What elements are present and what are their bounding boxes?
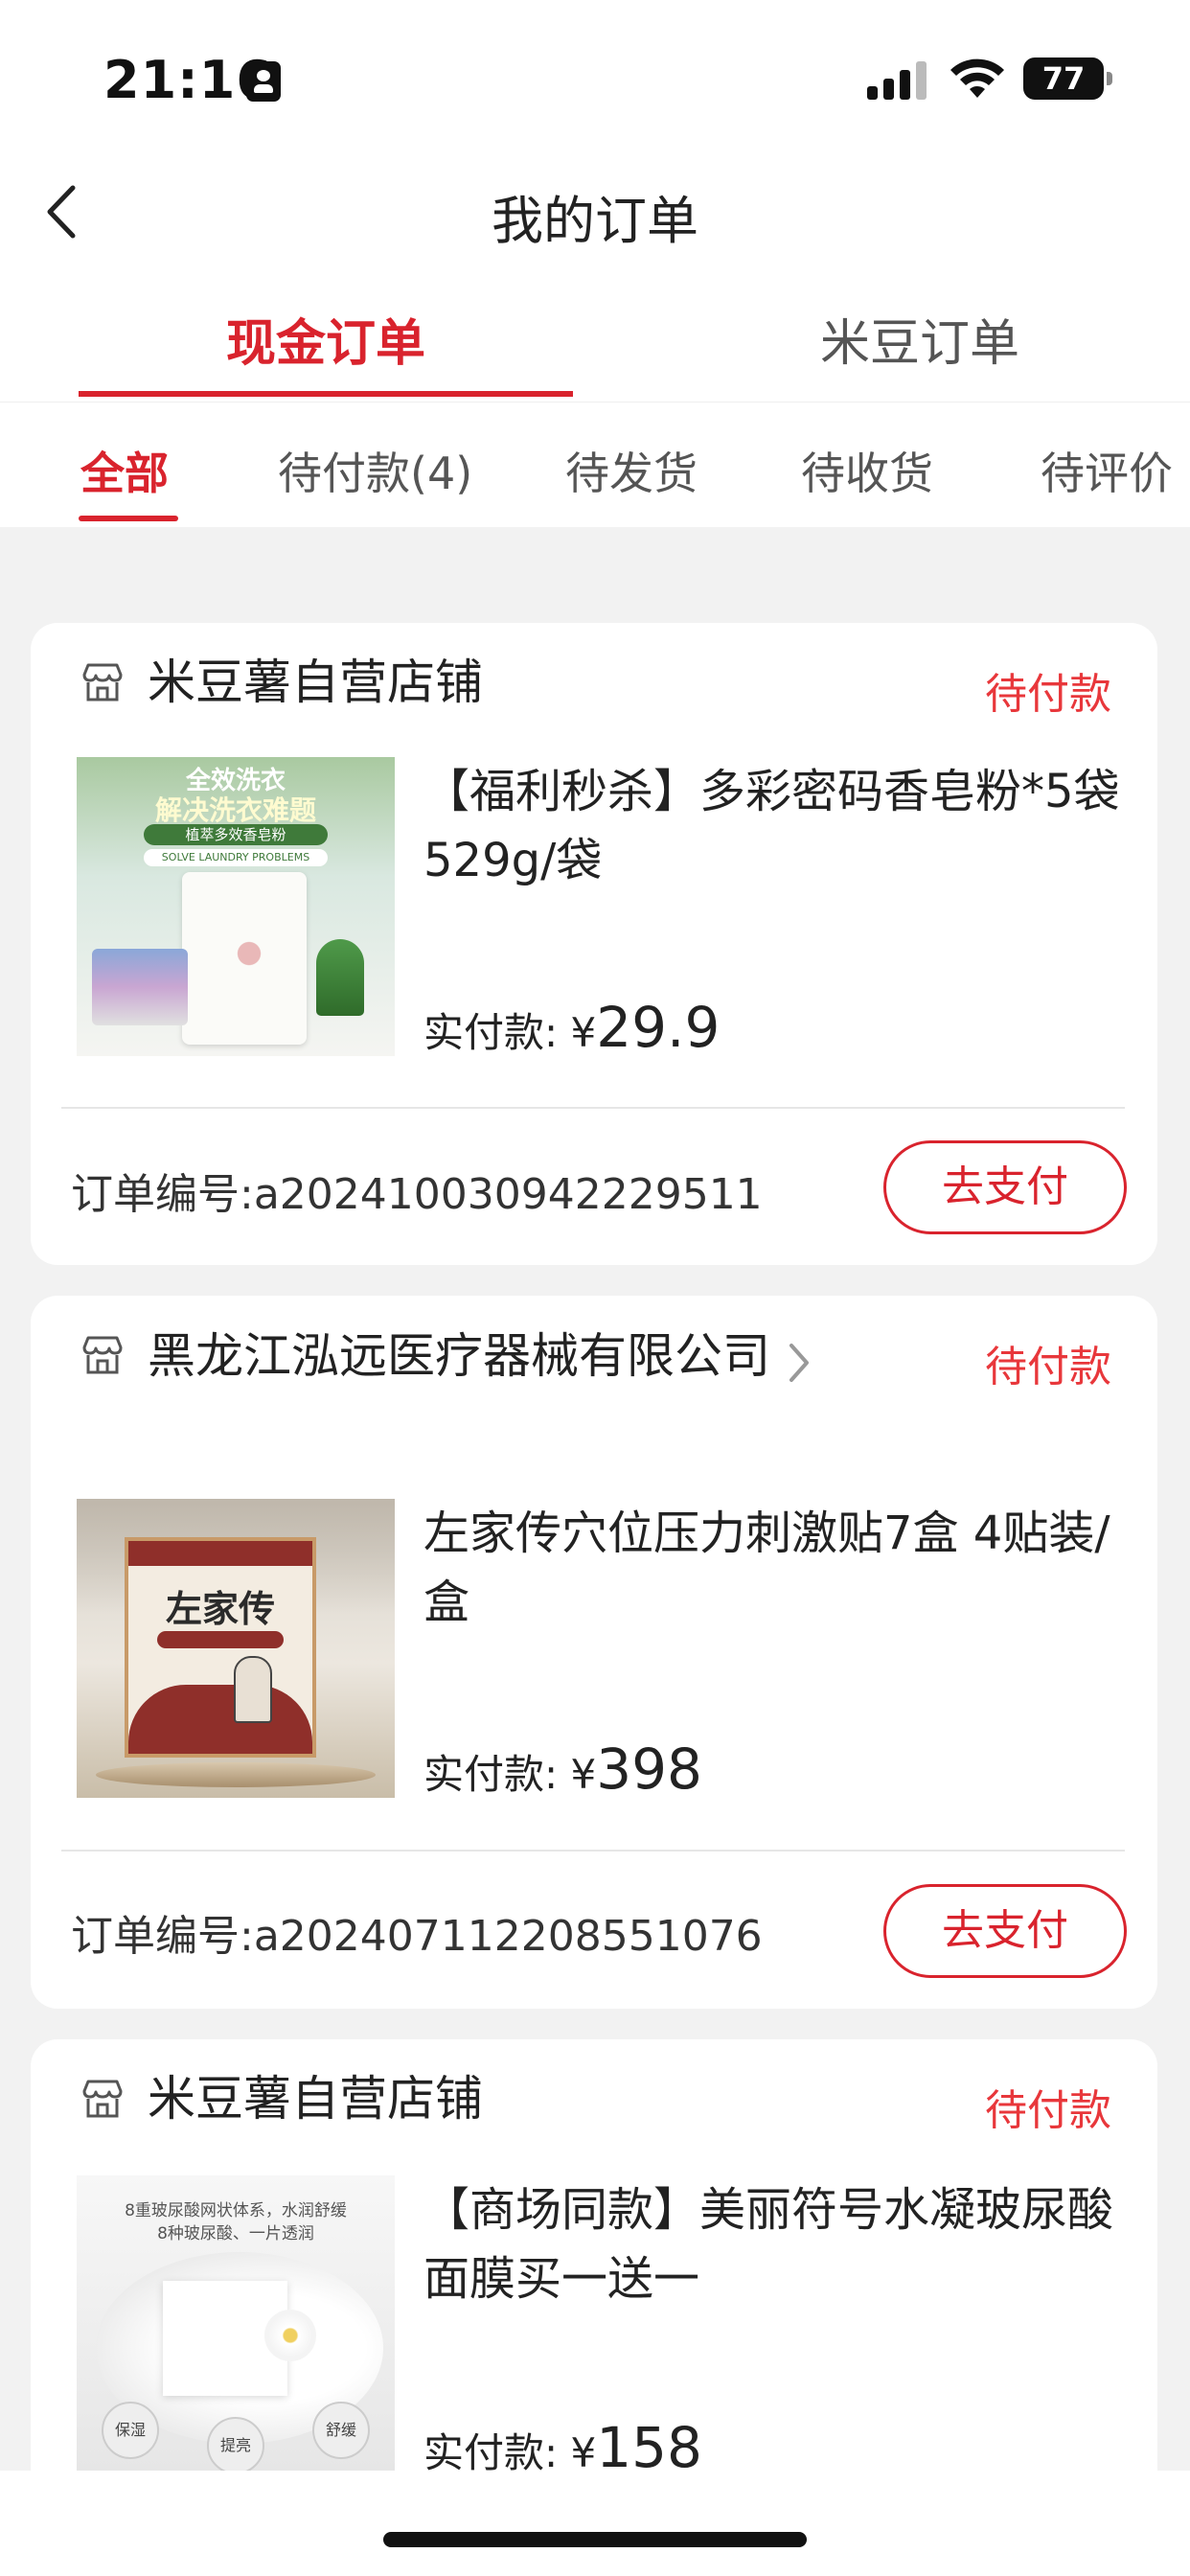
- price-currency: ¥: [570, 1009, 597, 1056]
- image-tag: 舒缓: [312, 2402, 370, 2459]
- store-icon: [82, 663, 123, 702]
- product-image[interactable]: 左家传: [77, 1499, 395, 1798]
- image-text-headline-2: 解决洗衣难题: [154, 794, 316, 826]
- order-status: 待付款: [985, 2086, 1111, 2135]
- home-indicator[interactable]: [383, 2532, 807, 2547]
- status-bar: 21:16 77: [0, 0, 1190, 144]
- cellular-signal-icon: [867, 61, 928, 100]
- order-card[interactable]: 黑龙江泓远医疗器械有限公司 待付款 左家传 左家传穴位压力刺激贴7盒 4贴装/盒…: [31, 1296, 1157, 2009]
- tab-pending-receipt[interactable]: 待收货: [801, 439, 933, 502]
- active-subtab-indicator: [79, 516, 178, 521]
- tab-pending-shipment[interactable]: 待发货: [565, 439, 698, 502]
- price-currency: ¥: [570, 1751, 597, 1798]
- image-tag: 保湿: [102, 2402, 159, 2459]
- price-label: 实付款:: [423, 1009, 571, 1056]
- tab-cash-orders[interactable]: 现金订单: [38, 303, 613, 375]
- price-label: 实付款:: [423, 1751, 571, 1798]
- order-number: 订单编号:a202410030942229511: [71, 1170, 763, 1219]
- divider: [61, 1850, 1125, 1852]
- active-tab-indicator: [79, 391, 573, 397]
- image-text-line-2: 8种玻尿酸、一片透润: [157, 2224, 314, 2243]
- pay-button[interactable]: 去支付: [883, 1140, 1127, 1234]
- wifi-icon: [950, 58, 1004, 98]
- product-title[interactable]: 【福利秒杀】多彩密码香皂粉*5袋 529g/袋: [423, 757, 1123, 895]
- divider: [61, 1107, 1125, 1109]
- tab-all[interactable]: 全部: [80, 439, 169, 502]
- order-status: 待付款: [985, 1343, 1111, 1392]
- image-tag: 提亮: [207, 2417, 264, 2474]
- price-value: 29.9: [596, 995, 721, 1060]
- image-text-line-1: 8重玻尿酸网状体系，水润舒缓: [125, 2201, 347, 2220]
- product-image[interactable]: 8重玻尿酸网状体系，水润舒缓 8种玻尿酸、一片透润 保湿 提亮 舒缓: [77, 2175, 395, 2474]
- battery-level: 77: [1041, 60, 1086, 97]
- store-name[interactable]: 黑龙江泓远医疗器械有限公司: [148, 1322, 770, 1390]
- id-card-icon: [246, 61, 281, 102]
- product-title[interactable]: 【商场同款】美丽符号水凝玻尿酸面膜买一送一: [423, 2175, 1123, 2313]
- tab-midou-orders[interactable]: 米豆订单: [632, 303, 1190, 375]
- page-title: 我的订单: [492, 191, 698, 251]
- product-image[interactable]: 全效洗衣 解决洗衣难题 植萃多效香皂粉 SOLVE LAUNDRY PROBLE…: [77, 757, 395, 1056]
- image-brand-text: 左家传: [165, 1587, 275, 1630]
- bottom-safe-area: [0, 2471, 1190, 2576]
- price-value: 398: [596, 1736, 702, 1802]
- store-name[interactable]: 米豆薯自营店铺: [148, 649, 483, 716]
- tab-pending-payment[interactable]: 待付款(4): [278, 439, 472, 502]
- order-card[interactable]: 米豆薯自营店铺 待付款 全效洗衣 解决洗衣难题 植萃多效香皂粉 SOLVE LA…: [31, 623, 1157, 1265]
- price-label: 实付款:: [423, 2429, 571, 2476]
- product-title[interactable]: 左家传穴位压力刺激贴7盒 4贴装/盒: [423, 1499, 1123, 1637]
- pay-button[interactable]: 去支付: [883, 1884, 1127, 1978]
- order-number: 订单编号:a202407112208551076: [71, 1912, 763, 1961]
- battery-icon: 77: [1023, 58, 1112, 100]
- store-icon: [82, 1336, 123, 1374]
- nav-bar: 我的订单: [0, 144, 1190, 268]
- price-line: 实付款: ¥398: [423, 1736, 702, 1802]
- image-banner: SOLVE LAUNDRY PROBLEMS: [144, 849, 328, 866]
- price-currency: ¥: [570, 2429, 597, 2476]
- order-status: 待付款: [985, 670, 1111, 719]
- price-line: 实付款: ¥29.9: [423, 995, 720, 1060]
- image-badge: 植萃多效香皂粉: [144, 824, 328, 845]
- chevron-right-icon[interactable]: [786, 1340, 812, 1386]
- order-status-tabs: 全部 待付款(4) 待发货 待收货 待评价: [0, 402, 1190, 527]
- tab-pending-review[interactable]: 待评价: [1041, 439, 1173, 502]
- store-name[interactable]: 米豆薯自营店铺: [148, 2065, 483, 2132]
- order-type-tabs: 现金订单 米豆订单: [0, 268, 1190, 402]
- store-icon: [82, 2080, 123, 2118]
